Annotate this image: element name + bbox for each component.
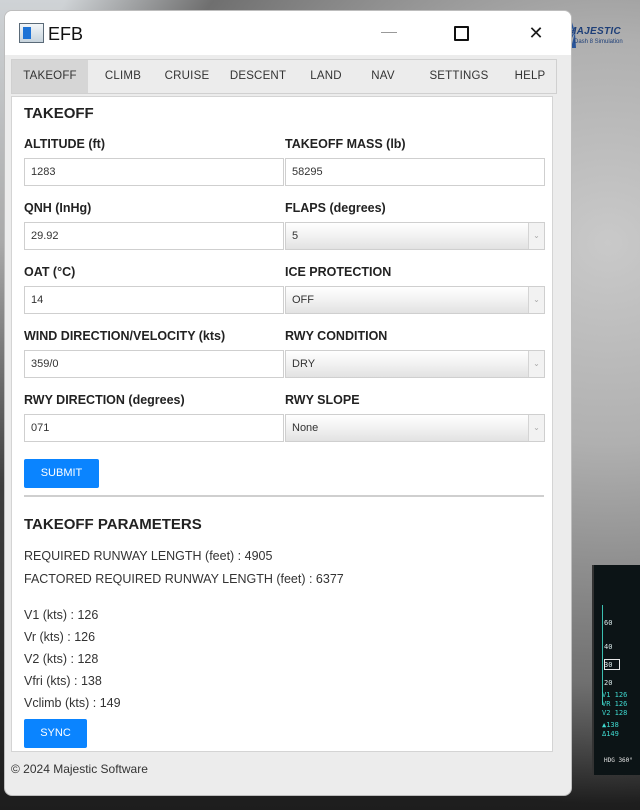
window-title: EFB [48, 24, 84, 44]
pfd-tick: 20 [604, 679, 613, 687]
pfd-speed: VR 126 [602, 700, 628, 708]
pfd-speed: Δ149 [602, 730, 619, 738]
flaps-select[interactable]: 5 ⌄ [285, 222, 545, 250]
oat-label: OAT (°C) [24, 265, 76, 279]
ice-protection-value: OFF [292, 294, 314, 306]
title-bar[interactable]: EFB ✕ [5, 11, 571, 55]
tab-takeoff[interactable]: TAKEOFF [12, 60, 88, 93]
pfd-speed-box [604, 659, 620, 670]
takeoff-heading: TAKEOFF [24, 105, 94, 122]
maximize-icon [454, 26, 469, 41]
close-button[interactable]: ✕ [517, 17, 555, 49]
section-divider [24, 495, 544, 497]
rwy-condition-select[interactable]: DRY ⌄ [285, 350, 545, 378]
takeoff-panel: TAKEOFF ALTITUDE (ft) 1283 TAKEOFF MASS … [11, 96, 553, 752]
tab-bar: TAKEOFF CLIMB CRUISE DESCENT LAND NAV SE… [11, 59, 557, 94]
tab-settings[interactable]: SETTINGS [422, 60, 496, 93]
rwy-slope-select[interactable]: None ⌄ [285, 414, 545, 442]
chevron-down-icon: ⌄ [528, 223, 544, 249]
minimize-icon [381, 32, 397, 33]
rwy-direction-label: RWY DIRECTION (degrees) [24, 393, 185, 407]
ice-protection-label: ICE PROTECTION [285, 265, 392, 279]
altitude-label: ALTITUDE (ft) [24, 137, 105, 151]
takeoff-mass-label: TAKEOFF MASS (lb) [285, 137, 406, 151]
logo-subtitle: Dash 8 Simulation [574, 39, 623, 45]
pfd-speed: V1 126 [602, 691, 628, 699]
wind-label: WIND DIRECTION/VELOCITY (kts) [24, 329, 226, 343]
ice-protection-select[interactable]: OFF ⌄ [285, 286, 545, 314]
footer-copyright: © 2024 Majestic Software [11, 762, 148, 776]
factored-runway-length: FACTORED REQUIRED RUNWAY LENGTH (feet) :… [24, 572, 344, 586]
qnh-input[interactable]: 29.92 [24, 222, 284, 250]
tab-cruise[interactable]: CRUISE [156, 60, 218, 93]
v1-speed: V1 (kts) : 126 [24, 608, 99, 622]
rwy-condition-label: RWY CONDITION [285, 329, 388, 343]
pfd-heading: HDG 360° [604, 757, 633, 764]
vfri-speed: Vfri (kts) : 138 [24, 674, 102, 688]
tab-climb[interactable]: CLIMB [92, 60, 154, 93]
tab-nav[interactable]: NAV [358, 60, 408, 93]
vr-speed: Vr (kts) : 126 [24, 630, 96, 644]
rwy-condition-value: DRY [292, 358, 316, 370]
chevron-down-icon: ⌄ [528, 351, 544, 377]
rwy-slope-value: None [292, 422, 319, 434]
pfd-speed: ▲138 [602, 721, 619, 729]
v2-speed: V2 (kts) : 128 [24, 652, 99, 666]
flaps-value: 5 [292, 230, 299, 242]
minimize-button[interactable] [371, 17, 409, 49]
pfd-speed: V2 128 [602, 709, 628, 717]
tab-descent[interactable]: DESCENT [222, 60, 294, 93]
chevron-down-icon: ⌄ [528, 415, 544, 441]
takeoff-mass-input[interactable]: 58295 [285, 158, 545, 186]
tab-land[interactable]: LAND [298, 60, 354, 93]
rwy-slope-label: RWY SLOPE [285, 393, 360, 407]
flaps-label: FLAPS (degrees) [285, 201, 386, 215]
pfd-tick: 60 [604, 619, 613, 627]
vclimb-speed: Vclimb (kts) : 149 [24, 696, 121, 710]
chevron-down-icon: ⌄ [528, 287, 544, 313]
pfd-tick: 40 [604, 643, 613, 651]
sync-button[interactable]: SYNC [24, 719, 87, 748]
rwy-direction-input[interactable]: 071 [24, 414, 284, 442]
altitude-input[interactable]: 1283 [24, 158, 284, 186]
close-icon: ✕ [528, 23, 544, 43]
logo-text: MAJESTIC [568, 26, 621, 37]
maximize-button[interactable] [442, 17, 480, 49]
oat-input[interactable]: 14 [24, 286, 284, 314]
submit-button[interactable]: SUBMIT [24, 459, 99, 488]
efb-window: EFB ✕ TAKEOFF CLIMB CRUISE DESCENT LAND … [4, 10, 572, 796]
qnh-label: QNH (InHg) [24, 201, 92, 215]
takeoff-parameters-heading: TAKEOFF PARAMETERS [24, 516, 202, 533]
primary-flight-display: 60 40 30 20 V1 126 VR 126 V2 128 ▲138 Δ1… [592, 565, 640, 775]
app-window-icon [19, 23, 44, 43]
wind-input[interactable]: 359/0 [24, 350, 284, 378]
required-runway-length: REQUIRED RUNWAY LENGTH (feet) : 4905 [24, 549, 273, 563]
tab-help[interactable]: HELP [506, 60, 554, 93]
